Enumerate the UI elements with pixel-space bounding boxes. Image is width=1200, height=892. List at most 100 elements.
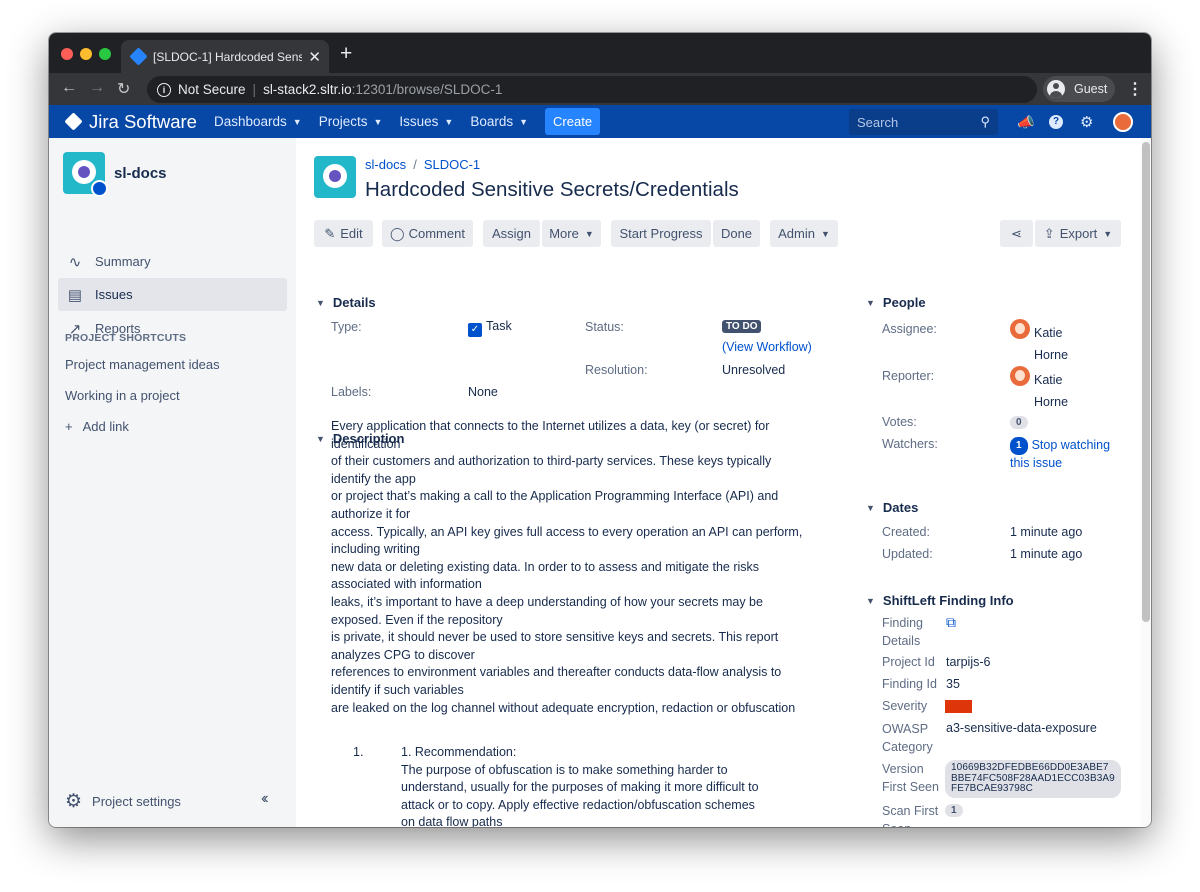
breadcrumb-project[interactable]: sl-docs [365,157,406,172]
share-button[interactable]: ⋖ [1000,220,1033,247]
back-icon[interactable]: ← [61,79,77,97]
nav-label: Boards [470,114,514,129]
document-badge-icon [91,180,108,197]
description-line: or project that’s making a call to the A… [331,489,779,521]
user-avatar[interactable] [1113,112,1133,132]
add-link-button[interactable]: + Add link [65,419,129,434]
description-line: leaks, it’s important to have a deep und… [331,594,763,627]
assignee-avatar[interactable] [1010,319,1030,339]
project-header[interactable]: sl-docs [63,152,167,197]
sidebar-item-summary[interactable]: ∿ Summary [58,245,287,278]
sidebar-item-label: Summary [95,254,151,269]
minimize-window-button[interactable] [80,48,92,60]
plus-icon: + [65,419,73,434]
page-scrollbar[interactable] [1141,138,1151,827]
status-badge: TO DO [722,320,762,333]
browser-tab[interactable]: [SLDOC-1] Hardcoded Sensitive Secrets/Cr… [121,40,329,73]
new-tab-button[interactable]: + [340,42,352,66]
owasp-label: OWASP Category [882,722,933,754]
assignee-label: Assignee: [882,322,937,336]
details-section-toggle[interactable]: ▼ Details [316,295,376,310]
url-path: :12301/browse/SLDOC-1 [351,82,503,97]
forward-icon[interactable]: → [89,79,105,97]
comment-button[interactable]: ◯ Comment [382,220,473,247]
logo-text: Jira Software [89,110,197,132]
reporter-name[interactable]: Katie Horne [1034,369,1094,413]
admin-label: Admin [778,226,815,241]
profile-button[interactable]: Guest [1043,76,1115,102]
votes-count[interactable]: 0 [1010,416,1028,429]
export-label: Export [1059,226,1098,241]
project-settings-link[interactable]: ⚙ Project settings [65,790,181,813]
search-icon: ⚲ [980,114,990,129]
pulse-icon: ∿ [68,253,82,271]
project-avatar [314,156,356,198]
search-input[interactable]: Search ⚲ [849,109,998,135]
description-line: new data or deleting existing data. In o… [331,559,760,592]
resolution-label: Resolution: [585,363,648,377]
done-button[interactable]: Done [713,220,760,247]
nav-dashboards[interactable]: Dashboards ▼ [214,114,302,129]
create-button[interactable]: Create [545,108,601,135]
people-section-toggle[interactable]: ▼ People [866,295,926,310]
info-icon[interactable]: i [157,82,171,97]
view-workflow-link[interactable]: (View Workflow) [722,340,812,354]
edit-button[interactable]: ✎ Edit [314,220,373,247]
chevron-down-icon: ▼ [866,595,875,606]
nav-issues[interactable]: Issues ▼ [399,114,453,129]
jira-top-nav: Jira Software Dashboards ▼ Projects ▼ Issu… [49,105,1151,138]
jira-favicon-icon [129,47,148,66]
sidebar-item-issues[interactable]: ▤ Issues [58,278,287,311]
project-settings-label: Project settings [92,794,181,809]
chevron-down-icon: ▼ [584,228,594,239]
maximize-window-button[interactable] [99,48,111,60]
collapse-sidebar-icon[interactable]: ‹‹ [261,790,268,808]
chevron-down-icon: ▼ [316,297,325,308]
comment-label: Comment [408,226,465,241]
tab-title: [SLDOC-1] Hardcoded Sensitive Secrets/Cr… [153,49,303,64]
assign-button[interactable]: Assign [483,220,540,247]
external-link-icon[interactable]: ⧉ [946,614,956,631]
export-button[interactable]: ⇪ Export ▼ [1035,220,1121,247]
settings-gear-icon[interactable]: ⚙ [1080,113,1093,131]
status-label: Status: [585,320,624,334]
nav-projects[interactable]: Projects ▼ [319,114,383,129]
labels-value: None [468,385,498,399]
description-line: of their customers and authorization to … [331,454,772,486]
browser-menu-icon[interactable]: ⋮ [1127,79,1143,99]
labels-label: Labels: [331,385,372,399]
breadcrumb-issue-key[interactable]: SLDOC-1 [424,157,480,172]
url-field[interactable]: i Not Secure | sl-stack2.sltr.io:12301/b… [147,76,1037,103]
chevron-down-icon: ▼ [820,228,830,239]
close-window-button[interactable] [61,48,73,60]
shortcut-link[interactable]: Working in a project [65,388,180,403]
breadcrumb: sl-docs / SLDOC-1 [365,157,481,172]
reporter-avatar[interactable] [1010,366,1030,386]
guest-avatar-icon [1047,80,1065,98]
url-host: sl-stack2.sltr.io [263,82,352,97]
finding-id-value: 35 [946,677,960,691]
issue-view: sl-docs / SLDOC-1 Hardcoded Sensitive Secr… [296,138,1141,827]
chevron-down-icon: ▼ [444,116,454,127]
scan-count: 1 [945,804,963,817]
shortcut-link[interactable]: Project management ideas [65,357,220,372]
watchers-count[interactable]: 1 [1010,437,1028,455]
scrollbar-thumb[interactable] [1142,142,1150,622]
jira-logo[interactable]: Jira Software [64,110,197,133]
shiftleft-section-toggle[interactable]: ▼ ShiftLeft Finding Info [866,593,1014,608]
reload-icon[interactable]: ↻ [117,79,130,99]
assignee-name[interactable]: Katie Horne [1034,322,1094,366]
issue-title: Hardcoded Sensitive Secrets/Credentials [365,178,739,201]
resolution-value: Unresolved [722,363,786,377]
dates-section-toggle[interactable]: ▼ Dates [866,500,918,515]
more-button[interactable]: More ▼ [542,220,601,247]
nav-label: Dashboards [213,114,287,129]
shortcuts-heading: PROJECT SHORTCUTS [65,332,187,344]
notifications-icon[interactable]: 📣 [1017,114,1034,131]
nav-boards[interactable]: Boards ▼ [470,114,528,129]
nav-label: Projects [318,114,368,129]
help-icon[interactable]: ? [1049,115,1063,129]
start-progress-button[interactable]: Start Progress [611,220,711,247]
close-tab-icon[interactable]: ✕ [308,48,321,66]
admin-button[interactable]: Admin ▼ [770,220,838,247]
